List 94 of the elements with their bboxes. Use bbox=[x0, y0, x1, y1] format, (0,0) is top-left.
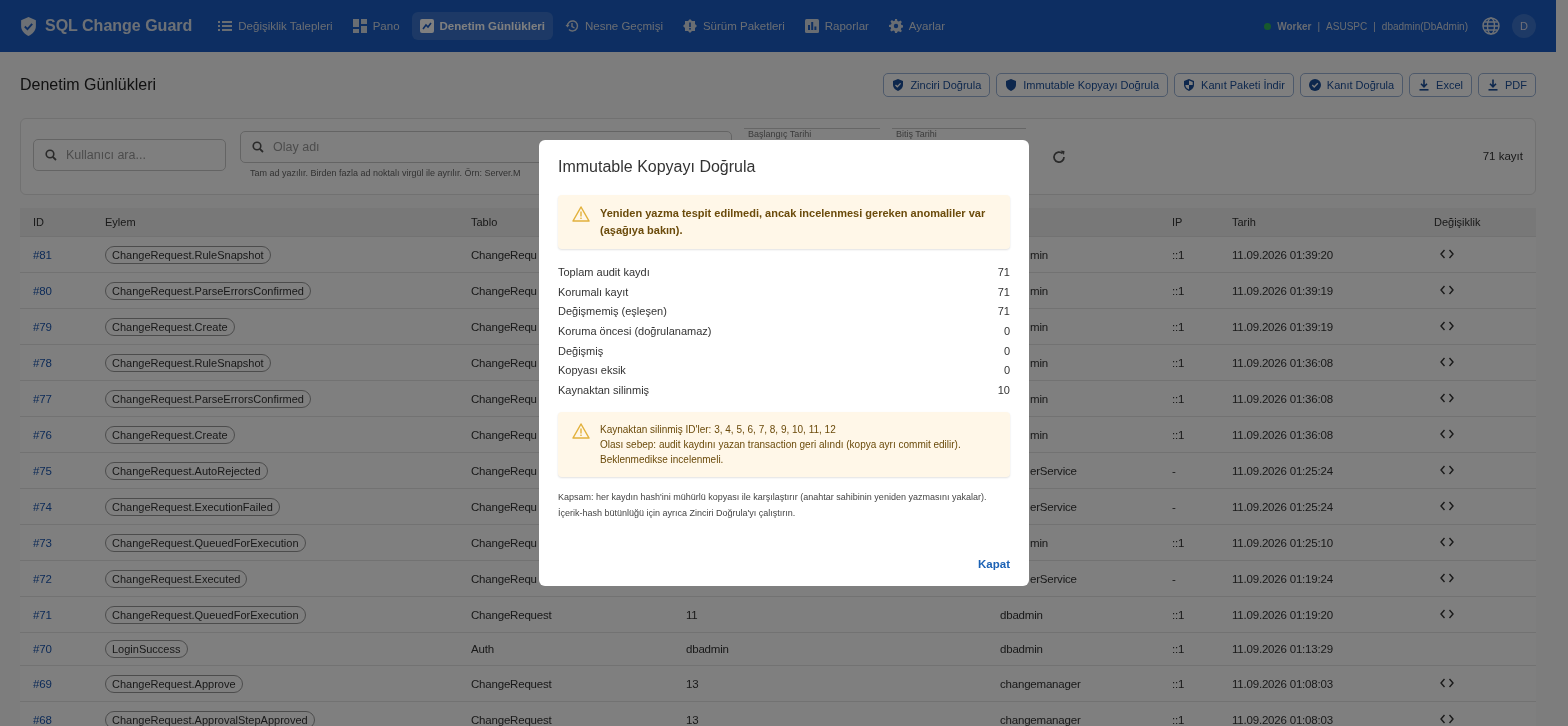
scope-note: Kapsam: her kaydın hash'ini mühürlü kopyası ile karşılaştırır (anahtar sahibinin yeniden yazmasını yakalar). İçerik-hash bütünlüğü için ayrıca Zinciri Doğrula'yı çalıştırın. bbox=[558, 490, 988, 520]
stat-label: Toplam audit kaydı bbox=[558, 265, 650, 278]
table-cell: min bbox=[1030, 392, 1048, 405]
table-cell: ChangeRequ bbox=[471, 392, 537, 405]
table-cell: ::1 bbox=[1172, 320, 1185, 333]
page-title: Denetim Günlükleri bbox=[20, 76, 158, 94]
field-hint: Tam ad yazılır. Birden fazla ad noktalı virgül ile ayrılır. Örn: Server.M bbox=[250, 168, 521, 178]
table-cell: ::1 bbox=[1172, 392, 1185, 405]
column-header: Değişiklik bbox=[1434, 216, 1481, 228]
table-cell: changemanager bbox=[1000, 713, 1081, 726]
table-cell: ::1 bbox=[1172, 536, 1185, 549]
table-cell: ::1 bbox=[1172, 643, 1185, 655]
table-cell: Auth bbox=[471, 643, 494, 655]
table-cell: ChangeRequ bbox=[471, 320, 537, 333]
table-cell: min bbox=[1030, 248, 1048, 261]
separator: | bbox=[1373, 20, 1376, 32]
stat-label: Kopyası eksik bbox=[558, 364, 626, 377]
column-header: ID bbox=[33, 216, 44, 228]
table-cell: - bbox=[1172, 464, 1176, 477]
stat-label: Değişmemiş (eşleşen) bbox=[558, 305, 667, 318]
table-cell: ChangeRequ bbox=[471, 284, 537, 297]
table-cell: ::1 bbox=[1172, 713, 1185, 726]
host-name: ASUSPC bbox=[1326, 20, 1368, 32]
stat-label: Değişmiş bbox=[558, 344, 604, 357]
table-cell: 11.09.2026 01:39:19 bbox=[1232, 320, 1333, 333]
table-cell: - bbox=[1172, 572, 1176, 585]
table-cell: ChangeRequest bbox=[471, 677, 552, 690]
user-name: dbadmin(DbAdmin) bbox=[1381, 20, 1468, 32]
table-cell: ChangeRequ bbox=[471, 500, 537, 513]
app-title: SQL Change Guard bbox=[45, 17, 193, 35]
table-cell: 11.09.2026 01:13:29 bbox=[1232, 643, 1333, 655]
table-cell: ChangeRequ bbox=[471, 464, 537, 477]
table-cell: 11.09.2026 01:08:03 bbox=[1232, 677, 1333, 690]
table-cell: 11.09.2026 01:19:20 bbox=[1232, 608, 1333, 621]
table-cell: 13 bbox=[686, 677, 699, 690]
alert-message: Kaynaktan silinmiş ID'ler: 3, 4, 5, 6, 7, 8, 9, 10, 11, 12 bbox=[600, 422, 837, 437]
table-cell: min bbox=[1030, 284, 1048, 297]
table-cell: 11.09.2026 01:08:03 bbox=[1232, 713, 1333, 726]
table-cell: min bbox=[1030, 428, 1048, 441]
stat-label: Kaynaktan silinmiş bbox=[558, 383, 650, 396]
table-cell: 11.09.2026 01:39:19 bbox=[1232, 284, 1333, 297]
stat-label: Korumalı kayıt bbox=[558, 285, 629, 298]
table-cell: ChangeRequ bbox=[471, 572, 537, 585]
table-cell: ::1 bbox=[1172, 428, 1185, 441]
table-cell: ::1 bbox=[1172, 248, 1185, 261]
table-cell: dbadmin bbox=[1000, 608, 1043, 621]
column-header: Tarih bbox=[1232, 216, 1256, 228]
table-cell: erService bbox=[1030, 464, 1077, 477]
alert-message: Beklenmedikse incelenmeli. bbox=[600, 452, 725, 467]
separator: | bbox=[1317, 20, 1321, 32]
table-cell: ChangeRequest bbox=[471, 608, 552, 621]
table-cell: 11.09.2026 01:36:08 bbox=[1232, 392, 1333, 405]
table-cell: erService bbox=[1030, 500, 1077, 513]
table-cell: 11.09.2026 01:25:24 bbox=[1232, 500, 1333, 513]
stat-value: 0 bbox=[1003, 344, 1010, 357]
stat-value: 71 bbox=[997, 285, 1010, 298]
table-cell: ChangeRequ bbox=[471, 356, 537, 369]
table-cell: erService bbox=[1030, 572, 1077, 585]
table-cell: 11.09.2026 01:25:24 bbox=[1232, 464, 1333, 477]
alert-message: Olası sebep: audit kaydını yazan transaction geri alındı (kopya ayrı commit edilir). bbox=[600, 437, 961, 452]
table-cell: dbadmin bbox=[1000, 643, 1043, 655]
table-cell: ::1 bbox=[1172, 284, 1185, 297]
table-cell: ::1 bbox=[1172, 677, 1185, 690]
table-cell: min bbox=[1030, 320, 1048, 333]
stat-value: 10 bbox=[997, 383, 1010, 396]
table-cell: ChangeRequest bbox=[471, 713, 552, 726]
stat-value: 71 bbox=[997, 305, 1010, 318]
table-cell: ::1 bbox=[1172, 356, 1185, 369]
column-header: Tablo bbox=[471, 216, 498, 228]
record-count: 71 kayıt bbox=[1482, 150, 1523, 162]
stat-label: Koruma öncesi (doğrulanamaz) bbox=[558, 324, 712, 337]
stat-value: 0 bbox=[1003, 364, 1010, 377]
table-cell: dbadmin bbox=[686, 643, 729, 655]
table-cell: ChangeRequ bbox=[471, 248, 537, 261]
alert-message: Yeniden yazma tespit edilmedi, ancak incelenmesi gereken anomaliler var (aşağıya bakın). bbox=[600, 206, 987, 238]
stat-value: 0 bbox=[1003, 324, 1010, 337]
table-cell: changemanager bbox=[1000, 677, 1081, 690]
table-cell: 11.09.2026 01:25:10 bbox=[1232, 536, 1333, 549]
table-cell: 11.09.2026 01:36:08 bbox=[1232, 356, 1333, 369]
table-cell: 11.09.2026 01:36:08 bbox=[1232, 428, 1333, 441]
table-cell: 11 bbox=[686, 608, 698, 621]
table-cell: 13 bbox=[686, 713, 699, 726]
table-cell: min bbox=[1030, 356, 1048, 369]
table-cell: min bbox=[1030, 536, 1048, 549]
column-header: Eylem bbox=[105, 216, 136, 228]
table-cell: ChangeRequ bbox=[471, 536, 537, 549]
table-cell: ::1 bbox=[1172, 608, 1185, 621]
worker-status: Worker bbox=[1277, 20, 1312, 32]
stat-value: 71 bbox=[997, 265, 1010, 278]
table-cell: 11.09.2026 01:19:24 bbox=[1232, 572, 1333, 585]
column-header: IP bbox=[1172, 216, 1183, 228]
table-cell: ChangeRequ bbox=[471, 428, 537, 441]
table-cell: - bbox=[1172, 500, 1176, 513]
table-cell: 11.09.2026 01:39:20 bbox=[1232, 248, 1333, 261]
